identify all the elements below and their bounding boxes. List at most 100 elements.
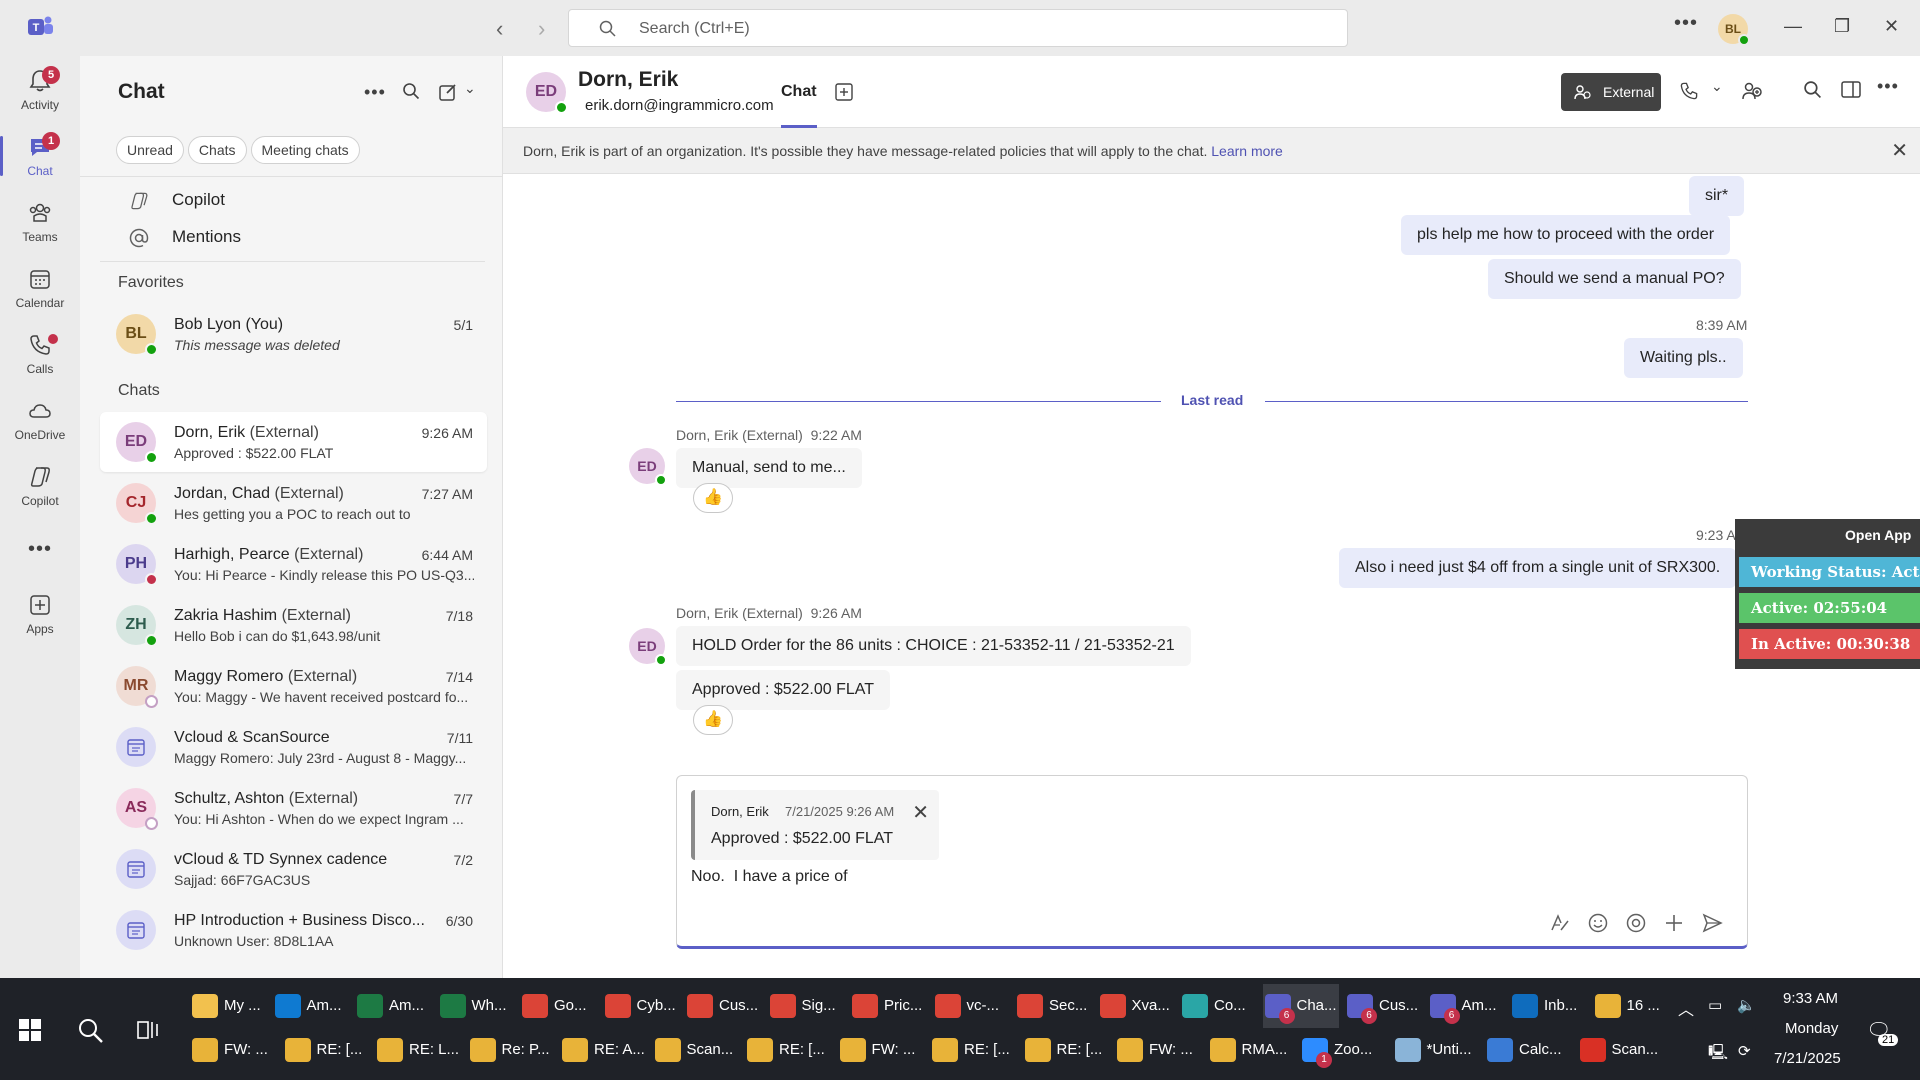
taskbar-app-button[interactable]: Inb...	[1510, 984, 1587, 1028]
chevron-down-icon[interactable]: ⌄	[464, 80, 476, 97]
taskbar-app-button[interactable]: Cus... 6	[1345, 984, 1422, 1028]
taskbar-app-button[interactable]: My ...	[190, 984, 267, 1028]
message-bubble[interactable]: Waiting pls..	[1624, 338, 1743, 378]
task-view-icon[interactable]	[136, 1018, 160, 1042]
like-reaction[interactable]: 👍	[693, 483, 733, 513]
taskbar-app-button[interactable]: Sig...	[768, 984, 845, 1028]
back-icon[interactable]: ‹	[496, 16, 503, 42]
sync-icon[interactable]: ⟳	[1738, 1042, 1751, 1060]
chat-row-hp-introduction[interactable]: HP Introduction + Business Disco... 6/30…	[100, 900, 487, 960]
maximize-icon[interactable]: ❐	[1834, 16, 1850, 37]
taskbar-app-button[interactable]: Cyb...	[603, 984, 680, 1028]
network-icon[interactable]: 🖳	[1708, 1042, 1728, 1067]
sender-avatar[interactable]: ED	[629, 628, 667, 666]
tab-chat[interactable]: Chat	[781, 83, 817, 128]
open-app-button[interactable]: Open App	[1845, 527, 1911, 543]
minimize-icon[interactable]: —	[1784, 16, 1802, 37]
taskbar-app-button[interactable]: *Unti...	[1393, 1028, 1480, 1072]
message-bubble[interactable]: Approved : $522.00 FLAT	[676, 670, 891, 710]
taskbar-app-button[interactable]: RE: [...	[745, 1028, 832, 1072]
message-bubble[interactable]: Manual, send to me...	[676, 448, 862, 488]
rail-item-copilot[interactable]: Copilot	[0, 458, 80, 520]
taskbar-app-button[interactable]: RMA...	[1208, 1028, 1295, 1072]
taskbar-app-button[interactable]: Calc...	[1485, 1028, 1572, 1072]
remove-quote-icon[interactable]: ✕	[912, 800, 929, 825]
more-options-icon[interactable]: •••	[1674, 12, 1698, 35]
rail-item-onedrive[interactable]: OneDrive	[0, 392, 80, 454]
profile-avatar[interactable]: BL	[1718, 14, 1750, 46]
send-icon[interactable]	[1701, 912, 1723, 934]
show-hidden-icons[interactable]: ︿	[1678, 996, 1694, 1020]
taskbar-app-button[interactable]: Re: P...	[468, 1028, 555, 1072]
chat-row-schultz-ashton[interactable]: AS Schultz, Ashton (External) 7/7 You: H…	[100, 778, 487, 838]
chat-row-zakria-hashim[interactable]: ZH Zakria Hashim (External) 7/18 Hello B…	[100, 595, 487, 655]
clock-day[interactable]: Monday	[1785, 1020, 1838, 1037]
filter-unread[interactable]: Unread	[116, 136, 184, 164]
rail-item-chat[interactable]: Chat 1	[0, 128, 80, 190]
compose-input[interactable]: Noo. I have a price of	[691, 868, 848, 886]
external-button[interactable]: External	[1561, 73, 1661, 111]
clock-date[interactable]: 7/21/2025	[1774, 1050, 1841, 1067]
windows-start-icon[interactable]	[18, 1018, 42, 1042]
chat-row-harhigh-pearce[interactable]: PH Harhigh, Pearce (External) 6:44 AM Yo…	[100, 534, 487, 594]
search-in-chat-icon[interactable]	[1803, 80, 1822, 99]
sender-avatar[interactable]: ED	[629, 448, 667, 486]
rail-item-teams[interactable]: Teams	[0, 194, 80, 256]
add-tab-icon[interactable]	[834, 82, 854, 102]
contact-name[interactable]: Dorn, Erik	[578, 68, 678, 92]
chat-row-vcloud-td-synnex[interactable]: vCloud & TD Synnex cadence 7/2 Sajjad: 6…	[100, 839, 487, 899]
taskbar-app-button[interactable]: RE: [...	[930, 1028, 1017, 1072]
taskbar-app-button[interactable]: FW: ...	[190, 1028, 277, 1072]
contact-avatar[interactable]: ED	[526, 72, 568, 114]
taskbar-app-button[interactable]: Cus...	[685, 984, 762, 1028]
rail-item-calls[interactable]: Calls	[0, 326, 80, 388]
taskbar-app-button[interactable]: Am... 6	[1428, 984, 1505, 1028]
filter-chats[interactable]: Chats	[187, 136, 247, 164]
taskbar-app-button[interactable]: RE: [...	[283, 1028, 370, 1072]
taskbar-app-button[interactable]: Cha... 6	[1262, 984, 1339, 1028]
taskbar-app-button[interactable]: RE: A...	[560, 1028, 647, 1072]
people-icon[interactable]	[1741, 80, 1763, 102]
learn-more-link[interactable]: Learn more	[1211, 143, 1283, 159]
like-reaction[interactable]: 👍	[693, 705, 733, 735]
more-options-icon[interactable]: •••	[1877, 76, 1899, 97]
taskbar-app-button[interactable]: Scan...	[653, 1028, 740, 1072]
message-composer[interactable]: Dorn, Erik 7/21/2025 9:26 AM Approved : …	[676, 775, 1748, 949]
plus-icon[interactable]	[1663, 912, 1685, 934]
taskbar-app-button[interactable]: 16 ...	[1593, 984, 1670, 1028]
close-banner-icon[interactable]: ✕	[1891, 128, 1908, 174]
chevron-down-icon[interactable]: ⌄	[1711, 78, 1723, 95]
message-bubble[interactable]: HOLD Order for the 86 units : CHOICE : 2…	[676, 626, 1191, 666]
taskbar-app-button[interactable]: Go...	[520, 984, 597, 1028]
chat-row-dorn-erik[interactable]: ED Dorn, Erik (External) 9:26 AM Approve…	[100, 412, 487, 472]
close-window-icon[interactable]: ✕	[1884, 16, 1899, 37]
taskbar-app-button[interactable]: Am...	[273, 984, 350, 1028]
call-icon[interactable]	[1678, 80, 1700, 102]
rail-item-calendar[interactable]: Calendar	[0, 260, 80, 322]
taskbar-app-button[interactable]: FW: ...	[838, 1028, 925, 1072]
side-panel-icon[interactable]	[1841, 80, 1861, 99]
message-bubble[interactable]: pls help me how to proceed with the orde…	[1401, 215, 1731, 255]
volume-icon[interactable]: 🔈	[1737, 996, 1756, 1014]
rail-item-activity[interactable]: Activity 5	[0, 62, 80, 124]
new-chat-icon[interactable]	[438, 82, 458, 102]
taskbar-app-button[interactable]: Pric...	[850, 984, 927, 1028]
rail-more-apps[interactable]: •••	[0, 530, 80, 570]
taskbar-app-button[interactable]: Am...	[355, 984, 432, 1028]
filter-meeting-chats[interactable]: Meeting chats	[250, 136, 360, 164]
taskbar-search-icon[interactable]	[76, 1016, 104, 1044]
emoji-icon[interactable]	[1587, 912, 1609, 934]
taskbar-app-button[interactable]: Scan...	[1578, 1028, 1665, 1072]
taskbar-app-button[interactable]: Xva...	[1098, 984, 1175, 1028]
chat-row-bob-lyon[interactable]: BL Bob Lyon (You) 5/1 This message was d…	[100, 304, 487, 364]
chats-header[interactable]: Chats	[118, 382, 160, 400]
search-icon[interactable]	[402, 82, 420, 100]
taskbar-app-button[interactable]: RE: L...	[375, 1028, 462, 1072]
search-box[interactable]: Search (Ctrl+E)	[568, 9, 1348, 47]
taskbar-app-button[interactable]: vc-...	[933, 984, 1010, 1028]
clock-time[interactable]: 9:33 AM	[1783, 990, 1838, 1007]
loop-icon[interactable]	[1625, 912, 1647, 934]
taskbar-app-button[interactable]: FW: ...	[1115, 1028, 1202, 1072]
taskbar-app-button[interactable]: Co...	[1180, 984, 1257, 1028]
more-options-icon[interactable]: •••	[364, 82, 386, 103]
